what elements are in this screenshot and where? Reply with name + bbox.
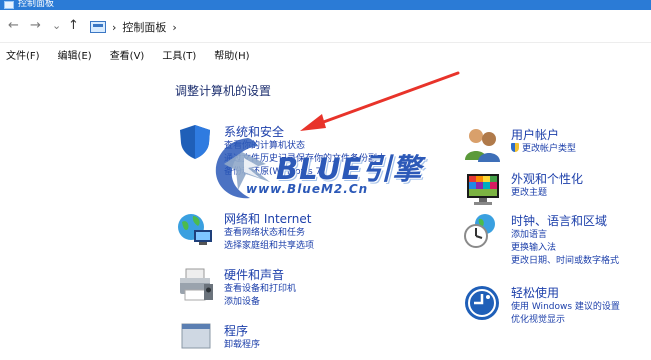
annotation-arrow-icon bbox=[300, 71, 460, 131]
